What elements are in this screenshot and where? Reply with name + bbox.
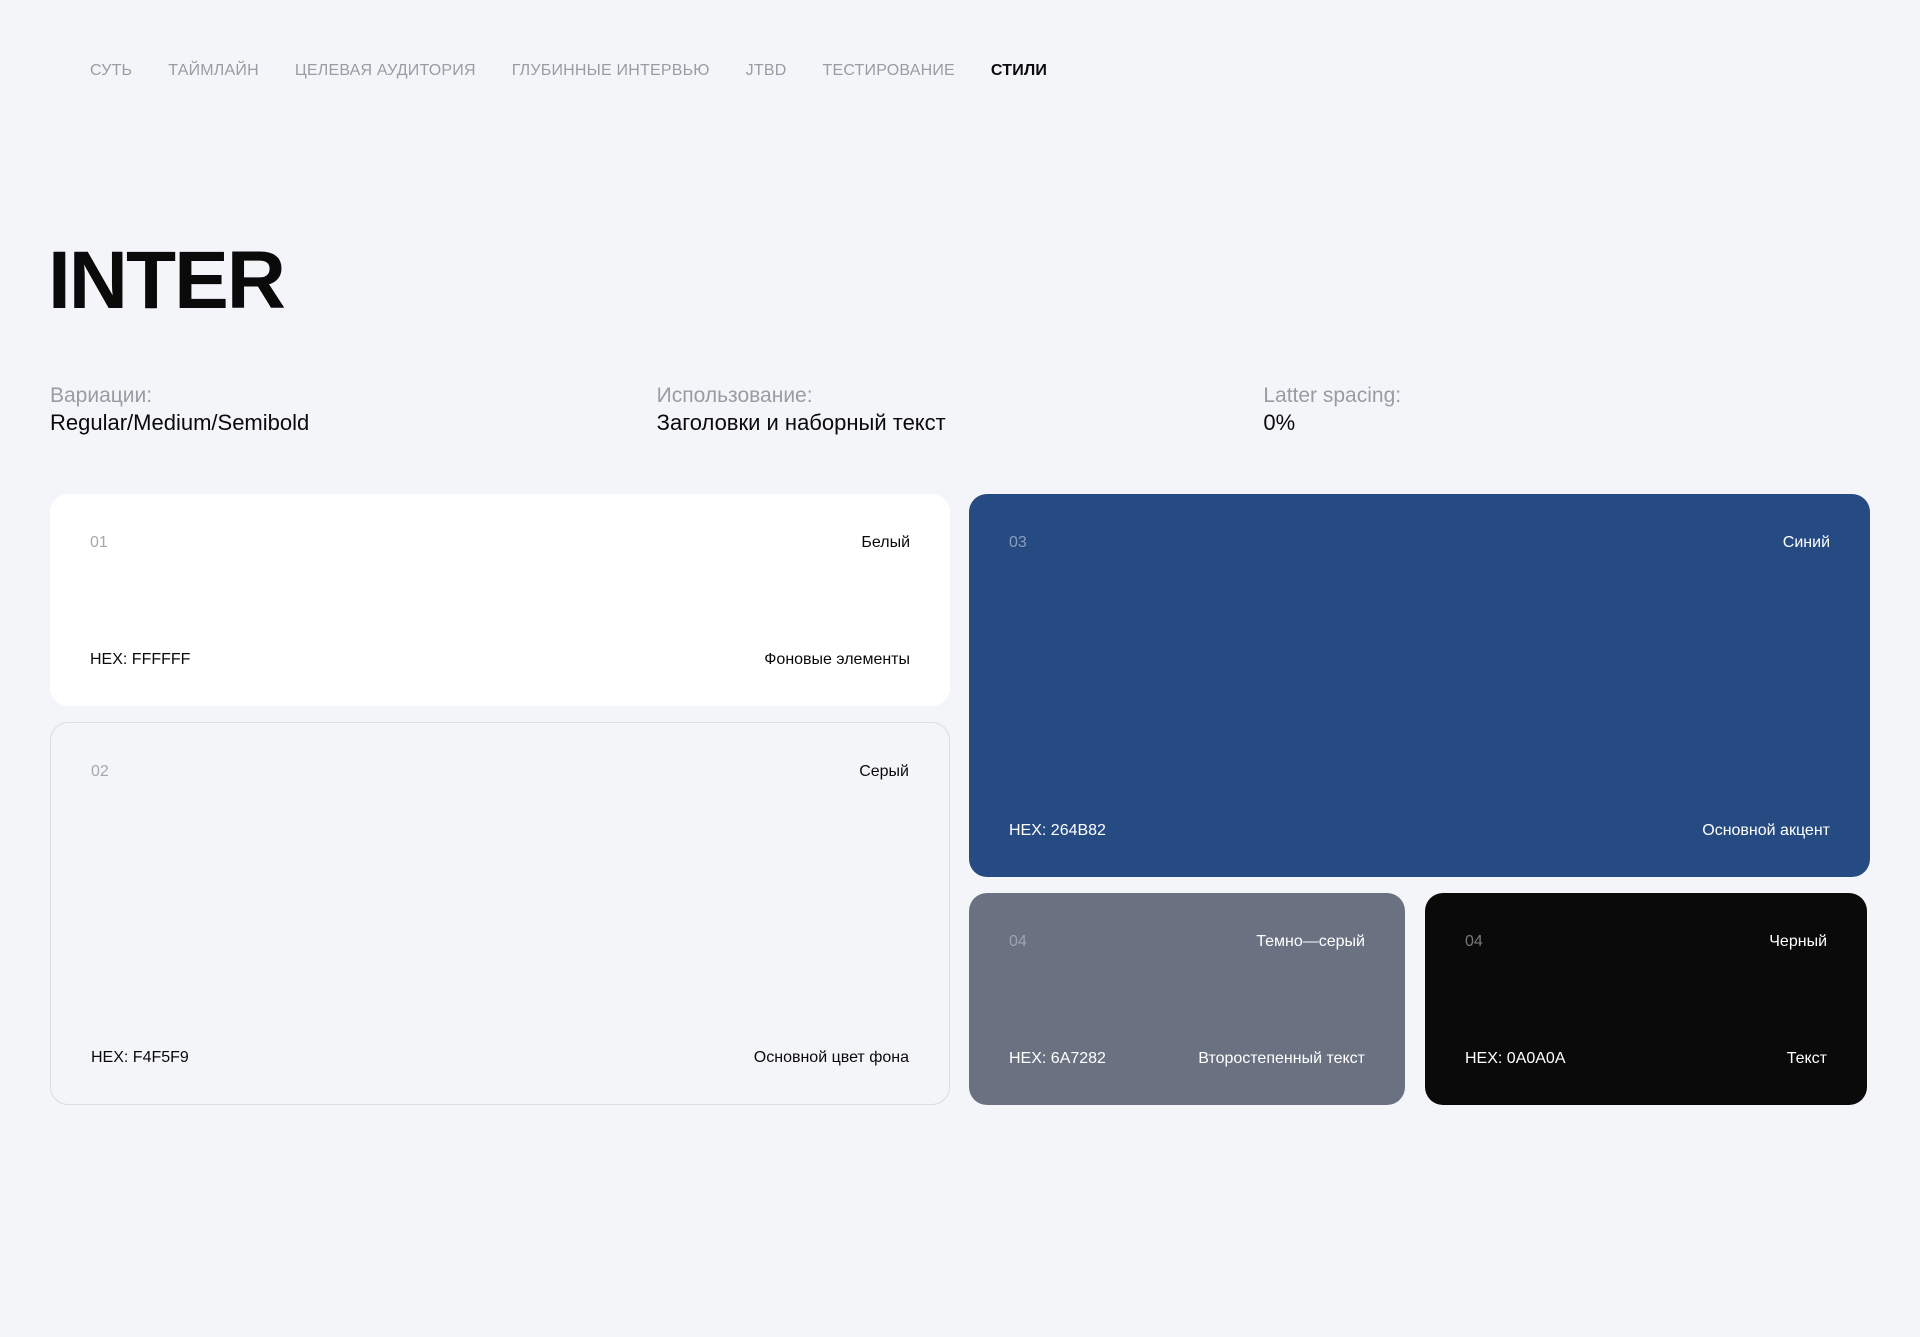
spacing-label: Latter spacing: (1263, 384, 1402, 407)
color-name: Черный (1769, 933, 1827, 950)
color-name: Синий (1782, 534, 1830, 551)
font-usage: Использование: Заголовки и наборный текс… (657, 382, 1264, 436)
color-name: Серый (859, 763, 909, 780)
font-meta: Вариации: Regular/Medium/Semibold Исполь… (50, 382, 1870, 436)
color-usage: Фоновые элементы (764, 651, 910, 668)
color-usage: Второстепенный текст (1198, 1050, 1365, 1067)
color-name: Темно—серый (1256, 933, 1365, 950)
color-number: 03 (1009, 534, 1027, 551)
color-card-gray: 02 Серый HEX: F4F5F9 Основной цвет фона (50, 722, 950, 1105)
nav-item-timeline[interactable]: ТАЙМЛАЙН (168, 62, 259, 80)
color-hex: HEX: 6A7282 (1009, 1050, 1106, 1067)
usage-value: Заголовки и наборный текст (656, 410, 946, 435)
nav-item-styles[interactable]: СТИЛИ (991, 62, 1047, 80)
font-spacing: Latter spacing: 0% (1263, 382, 1870, 436)
color-number: 04 (1009, 933, 1027, 950)
spacing-value: 0% (1263, 410, 1296, 435)
variations-label: Вариации: (50, 384, 153, 407)
nav-item-jtbd[interactable]: JTBD (746, 62, 787, 80)
color-card-black: 04 Черный HEX: 0A0A0A Текст (1425, 893, 1867, 1105)
color-number: 01 (90, 534, 108, 551)
font-variations: Вариации: Regular/Medium/Semibold (50, 382, 657, 436)
nav-item-deep-interviews[interactable]: ГЛУБИННЫЕ ИНТЕРВЬЮ (512, 62, 710, 80)
font-name-title: INTER (48, 235, 286, 326)
color-card-blue: 03 Синий HEX: 264B82 Основной акцент (969, 494, 1870, 877)
color-number: 04 (1465, 933, 1483, 950)
nav-item-target-audience[interactable]: ЦЕЛЕВАЯ АУДИТОРИЯ (295, 62, 476, 80)
color-usage: Текст (1786, 1050, 1827, 1067)
color-hex: HEX: F4F5F9 (91, 1049, 189, 1066)
top-navigation: СУТЬ ТАЙМЛАЙН ЦЕЛЕВАЯ АУДИТОРИЯ ГЛУБИННЫ… (90, 62, 1047, 80)
color-card-dark-gray: 04 Темно—серый HEX: 6A7282 Второстепенны… (969, 893, 1405, 1105)
color-hex: HEX: FFFFFF (90, 651, 191, 668)
styles-page: СУТЬ ТАЙМЛАЙН ЦЕЛЕВАЯ АУДИТОРИЯ ГЛУБИННЫ… (0, 0, 1920, 1337)
color-number: 02 (91, 763, 109, 780)
usage-label: Использование: (656, 384, 813, 407)
color-usage: Основной цвет фона (753, 1049, 909, 1066)
color-usage: Основной акцент (1702, 822, 1830, 839)
nav-item-sut[interactable]: СУТЬ (90, 62, 132, 80)
color-card-white: 01 Белый HEX: FFFFFF Фоновые элементы (50, 494, 950, 706)
color-hex: HEX: 0A0A0A (1465, 1050, 1566, 1067)
nav-item-testing[interactable]: ТЕСТИРОВАНИЕ (822, 62, 954, 80)
variations-value: Regular/Medium/Semibold (50, 410, 310, 435)
color-name: Белый (861, 534, 910, 551)
color-hex: HEX: 264B82 (1009, 822, 1106, 839)
